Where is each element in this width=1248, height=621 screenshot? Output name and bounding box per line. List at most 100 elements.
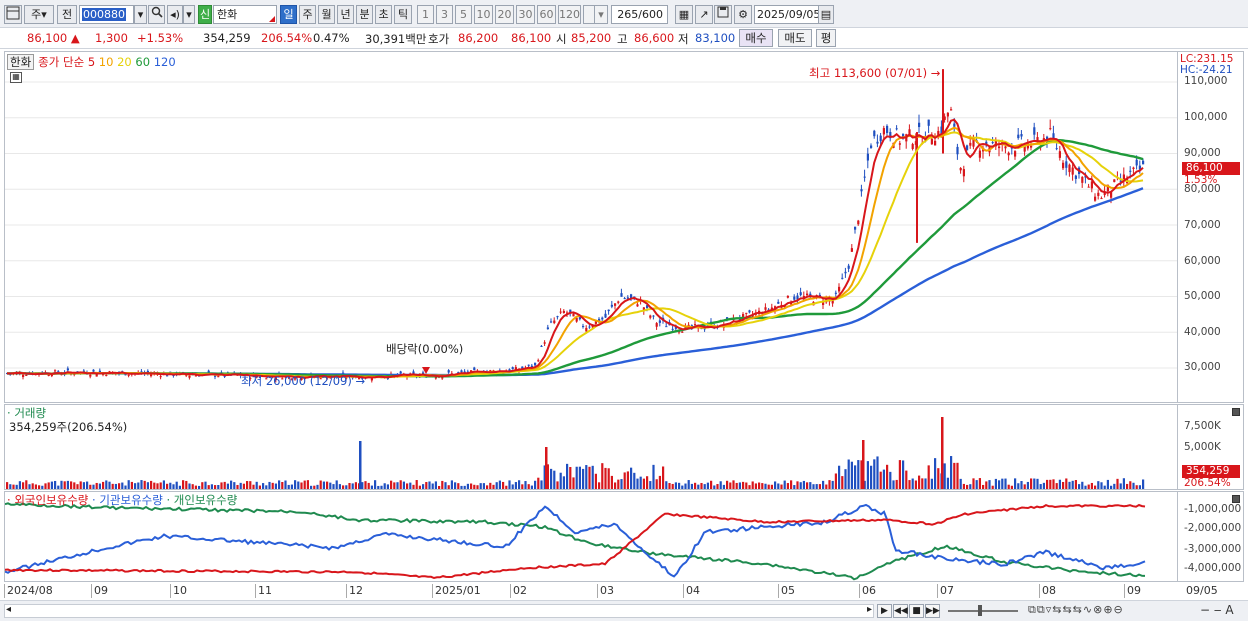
candle-body bbox=[1014, 151, 1017, 157]
candle-body bbox=[959, 167, 962, 171]
volume-panel[interactable]: · 거래량 354,259주(206.54%) bbox=[4, 404, 1178, 490]
candle-body bbox=[956, 146, 959, 155]
draw-icon[interactable]: ↗ bbox=[695, 5, 713, 24]
chart-type-icon[interactable] bbox=[4, 5, 22, 24]
volume-bar bbox=[578, 466, 581, 489]
date-axis: 2024/08 09 10 11 12 2025/01 02 03 04 05 … bbox=[4, 582, 1218, 598]
interval-second[interactable]: 초 bbox=[375, 5, 392, 24]
interval-week[interactable]: 주 bbox=[299, 5, 316, 24]
candle-body bbox=[1049, 128, 1052, 130]
count-3[interactable]: 3 bbox=[436, 5, 453, 24]
layout-icon[interactable]: ▦ bbox=[675, 5, 693, 24]
table-icon[interactable]: ▦ bbox=[10, 72, 22, 83]
avg-button[interactable]: 평 bbox=[816, 29, 836, 47]
volume-bar bbox=[559, 472, 562, 489]
volume-bar bbox=[937, 468, 940, 489]
volume-bar bbox=[172, 484, 175, 489]
save-icon[interactable] bbox=[714, 5, 732, 24]
candle-body bbox=[860, 189, 863, 192]
gear-icon[interactable]: ⚙ bbox=[734, 5, 752, 24]
count-1[interactable]: 1 bbox=[417, 5, 434, 24]
date-tick: 04 bbox=[683, 584, 700, 598]
count-60[interactable]: 60 bbox=[537, 5, 556, 24]
stop-icon[interactable]: ■ bbox=[909, 604, 924, 618]
volume-bar bbox=[502, 481, 505, 489]
volume-bar bbox=[550, 468, 553, 489]
volume-bar bbox=[482, 483, 485, 489]
count-120[interactable]: 120 bbox=[558, 5, 581, 24]
count-20[interactable]: 20 bbox=[495, 5, 514, 24]
view-button[interactable]: 전 bbox=[57, 5, 77, 24]
period-select[interactable]: 주▾ bbox=[24, 5, 54, 24]
zoom-slider[interactable] bbox=[948, 605, 1018, 616]
holdings-panel[interactable]: · 외국인보유수량 · 기관보유수량 · 개인보유수량 bbox=[4, 491, 1178, 582]
volume-bar bbox=[121, 482, 124, 489]
buy-button[interactable]: 매수 bbox=[739, 29, 773, 47]
volume-bar bbox=[473, 484, 476, 489]
volume-bar bbox=[249, 481, 252, 489]
legend-stock-name[interactable]: 한화 bbox=[7, 54, 35, 70]
legend-ma20: 20 bbox=[117, 55, 132, 69]
minimize-icon[interactable] bbox=[1232, 495, 1240, 503]
volume-bar bbox=[847, 459, 850, 489]
shin-badge[interactable]: 신 bbox=[198, 5, 212, 24]
volume-bar bbox=[591, 465, 594, 489]
stock-code-input[interactable]: 000880 bbox=[79, 5, 134, 24]
price-chart-panel[interactable]: 한화 종가 단순 5 10 20 60 120 ▦ 최고 113,600 (07/… bbox=[4, 51, 1178, 403]
tool-icons[interactable]: ⧉⧉▿⇆⇆⇆∿⊗⊕⊖ bbox=[1028, 603, 1124, 617]
volume-chart[interactable] bbox=[5, 405, 1177, 489]
date-tick: 02 bbox=[510, 584, 527, 598]
sell-button[interactable]: 매도 bbox=[778, 29, 812, 47]
candle-body bbox=[863, 176, 866, 178]
search-icon[interactable] bbox=[148, 5, 165, 24]
volume-bar bbox=[105, 480, 108, 489]
volume-bar bbox=[972, 478, 975, 489]
interval-minute[interactable]: 분 bbox=[356, 5, 373, 24]
volume-bar bbox=[658, 475, 661, 489]
volume-bar bbox=[690, 483, 693, 489]
volume-bar bbox=[569, 466, 572, 489]
volume-bar bbox=[169, 482, 172, 489]
view-count-field[interactable]: 265/600 bbox=[611, 5, 668, 24]
scroll-right-icon[interactable]: ▸ bbox=[867, 604, 872, 615]
count-dropdown[interactable]: ▾ bbox=[594, 5, 608, 24]
forward-icon[interactable]: ▶▶ bbox=[925, 604, 940, 618]
interval-day[interactable]: 일 bbox=[280, 5, 297, 24]
volume-bar bbox=[994, 478, 997, 489]
interval-year[interactable]: 년 bbox=[337, 5, 354, 24]
stock-name-field[interactable]: 한화 bbox=[213, 5, 277, 24]
candle-body bbox=[655, 323, 658, 327]
rewind-icon[interactable]: ◀◀ bbox=[893, 604, 908, 618]
count-30[interactable]: 30 bbox=[516, 5, 535, 24]
view-count: 265 bbox=[617, 8, 639, 21]
interval-tick[interactable]: 틱 bbox=[394, 5, 412, 24]
candle-body bbox=[879, 135, 882, 142]
volume-bar bbox=[892, 480, 895, 489]
scroll-left-icon[interactable]: ◂ bbox=[6, 604, 11, 615]
code-dropdown[interactable]: ▾ bbox=[134, 5, 147, 24]
volume-bar bbox=[921, 478, 924, 489]
volume-bar bbox=[607, 468, 610, 489]
price-chart[interactable] bbox=[5, 52, 1177, 402]
volume-bar bbox=[1065, 478, 1068, 489]
volume-bar bbox=[460, 485, 463, 489]
candle-body bbox=[1094, 196, 1097, 201]
volume-bar bbox=[598, 482, 601, 489]
volume-bar bbox=[941, 417, 944, 489]
count-5[interactable]: 5 bbox=[455, 5, 472, 24]
interval-month[interactable]: 월 bbox=[318, 5, 335, 24]
count-10[interactable]: 10 bbox=[474, 5, 493, 24]
play-icon[interactable]: ▶ bbox=[877, 604, 892, 618]
zoom-controls[interactable]: − ‒ A bbox=[1200, 603, 1234, 617]
speaker-dropdown[interactable]: ▾ bbox=[183, 5, 195, 24]
horizontal-scrollbar[interactable]: ◂ ▸ bbox=[4, 604, 874, 618]
volume-bar bbox=[809, 482, 812, 489]
candle-body bbox=[601, 317, 604, 320]
minimize-icon[interactable] bbox=[1232, 408, 1240, 416]
volume-bar bbox=[332, 484, 335, 489]
zoom-thumb[interactable] bbox=[978, 605, 982, 616]
volume-bar bbox=[95, 482, 98, 489]
candle-body bbox=[1097, 192, 1100, 196]
calendar-icon[interactable]: ▤ bbox=[818, 5, 834, 24]
speaker-icon[interactable]: ◂) bbox=[167, 5, 183, 24]
